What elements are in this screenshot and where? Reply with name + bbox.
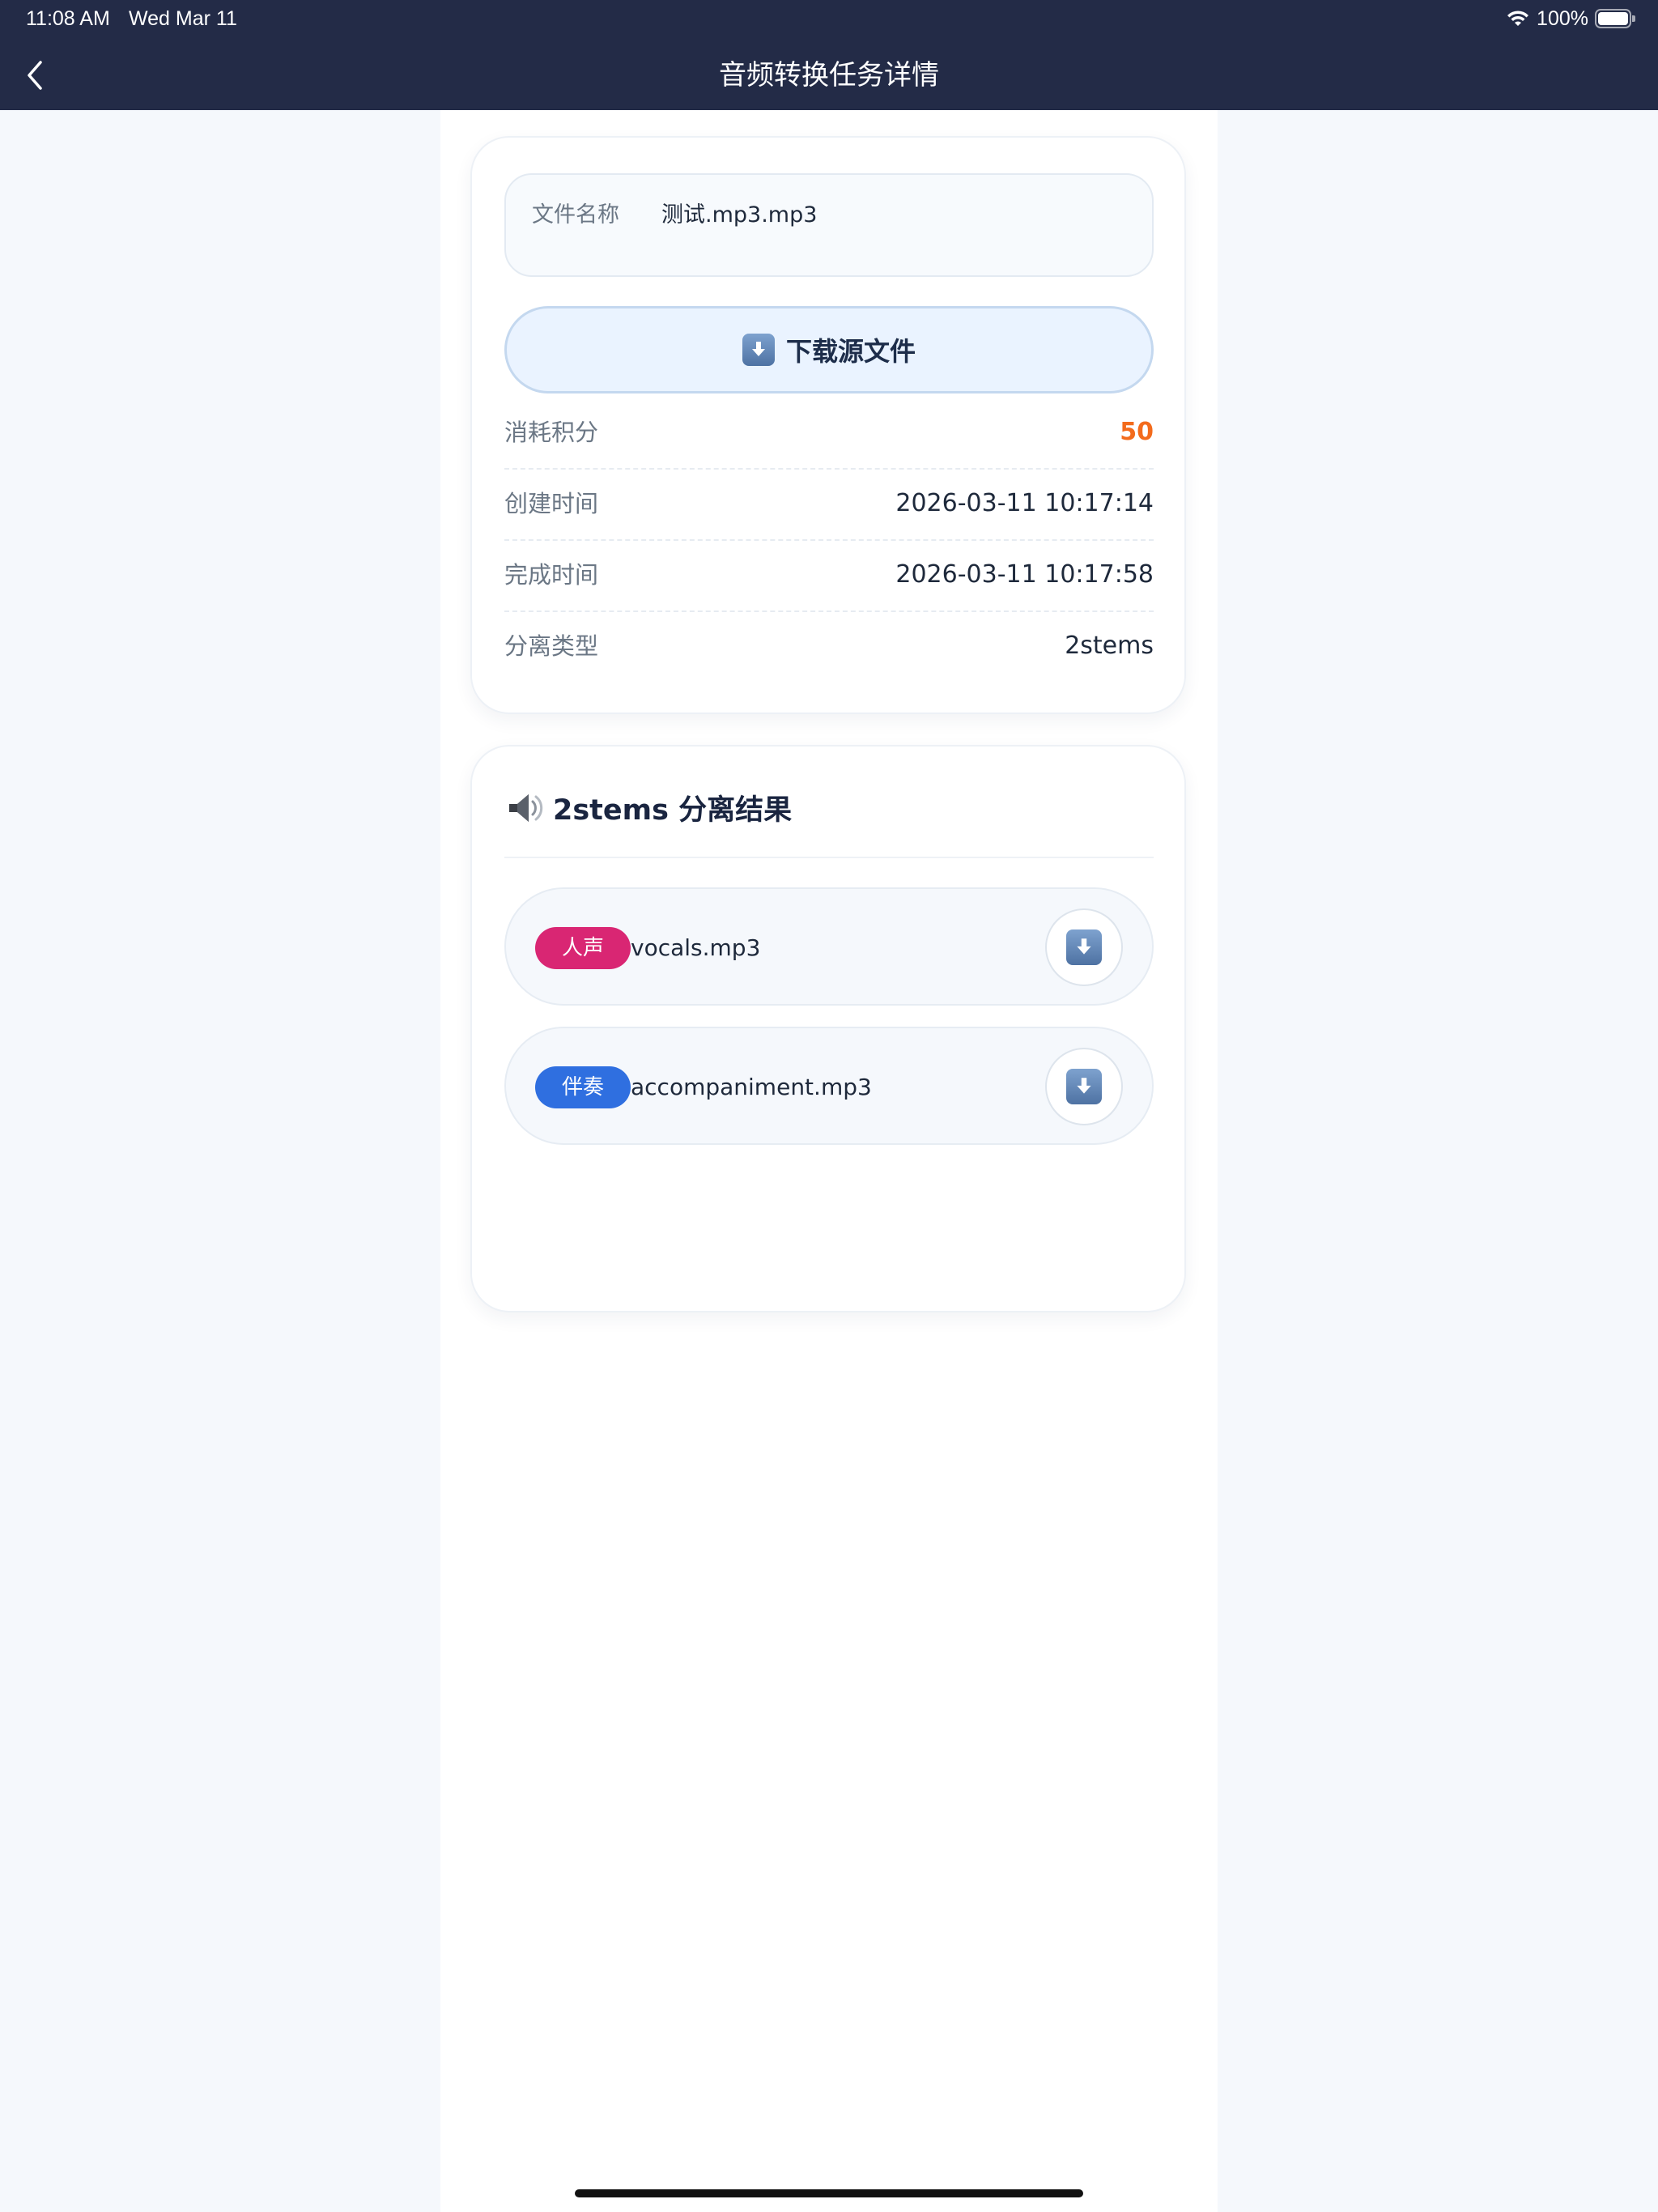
created-time-row: 创建时间 2026-03-11 10:17:14 [504, 470, 1154, 541]
stem-file-vocals: vocals.mp3 [631, 934, 761, 961]
task-info-card: 文件名称 测试.mp3.mp3 下载源文件 消耗积分 50 创建时间 2026-… [470, 136, 1186, 714]
download-source-button[interactable]: 下载源文件 [504, 306, 1154, 393]
download-arrow-icon [1066, 929, 1102, 965]
home-indicator[interactable] [575, 2189, 1083, 2197]
result-title: 2stems 分离结果 [504, 787, 792, 828]
page-title: 音频转换任务详情 [719, 59, 939, 91]
separation-type-value: 2stems [1065, 632, 1154, 660]
separation-result-card: 2stems 分离结果 人声 vocals.mp3 伴奏 accompanime… [470, 745, 1186, 1312]
download-arrow-icon [742, 334, 775, 366]
file-name-box: 文件名称 测试.mp3.mp3 [504, 173, 1154, 277]
file-name-value: 测试.mp3.mp3 [661, 202, 818, 228]
download-source-label: 下载源文件 [785, 336, 916, 367]
stem-tag-vocals: 人声 [535, 927, 631, 969]
created-time-label: 创建时间 [504, 490, 599, 517]
file-name-label: 文件名称 [532, 202, 619, 228]
download-vocals-button[interactable] [1045, 908, 1123, 986]
top-bar: 11:08 AM Wed Mar 11 100% 音频转换任务详情 [0, 0, 1658, 110]
wifi-icon [1507, 11, 1529, 26]
download-accompaniment-button[interactable] [1045, 1048, 1123, 1125]
finished-time-row: 完成时间 2026-03-11 10:17:58 [504, 541, 1154, 612]
separation-type-row: 分离类型 2stems [504, 612, 1154, 683]
created-time-value: 2026-03-11 10:17:14 [895, 489, 1154, 517]
stem-item-vocals: 人声 vocals.mp3 [504, 887, 1154, 1006]
separation-type-label: 分离类型 [504, 632, 599, 660]
battery-icon [1595, 9, 1635, 28]
points-label: 消耗积分 [504, 419, 599, 446]
battery-percent: 100% [1537, 6, 1588, 30]
status-time: 11:08 AM [26, 7, 110, 30]
stem-item-accompaniment: 伴奏 accompaniment.mp3 [504, 1027, 1154, 1145]
status-indicators: 100% [1506, 5, 1635, 32]
points-value: 50 [1120, 418, 1154, 446]
download-arrow-icon [1066, 1069, 1102, 1104]
stem-tag-accompaniment: 伴奏 [535, 1066, 631, 1108]
stem-file-accompaniment: accompaniment.mp3 [631, 1074, 872, 1100]
result-divider [504, 857, 1154, 858]
points-row: 消耗积分 50 [504, 398, 1154, 470]
result-title-text: 2stems 分离结果 [553, 794, 793, 827]
content-column: 文件名称 测试.mp3.mp3 下载源文件 消耗积分 50 创建时间 2026-… [440, 110, 1218, 2212]
speaker-icon [509, 793, 543, 822]
finished-time-label: 完成时间 [504, 561, 599, 589]
status-date: Wed Mar 11 [129, 7, 237, 30]
finished-time-value: 2026-03-11 10:17:58 [895, 560, 1154, 589]
